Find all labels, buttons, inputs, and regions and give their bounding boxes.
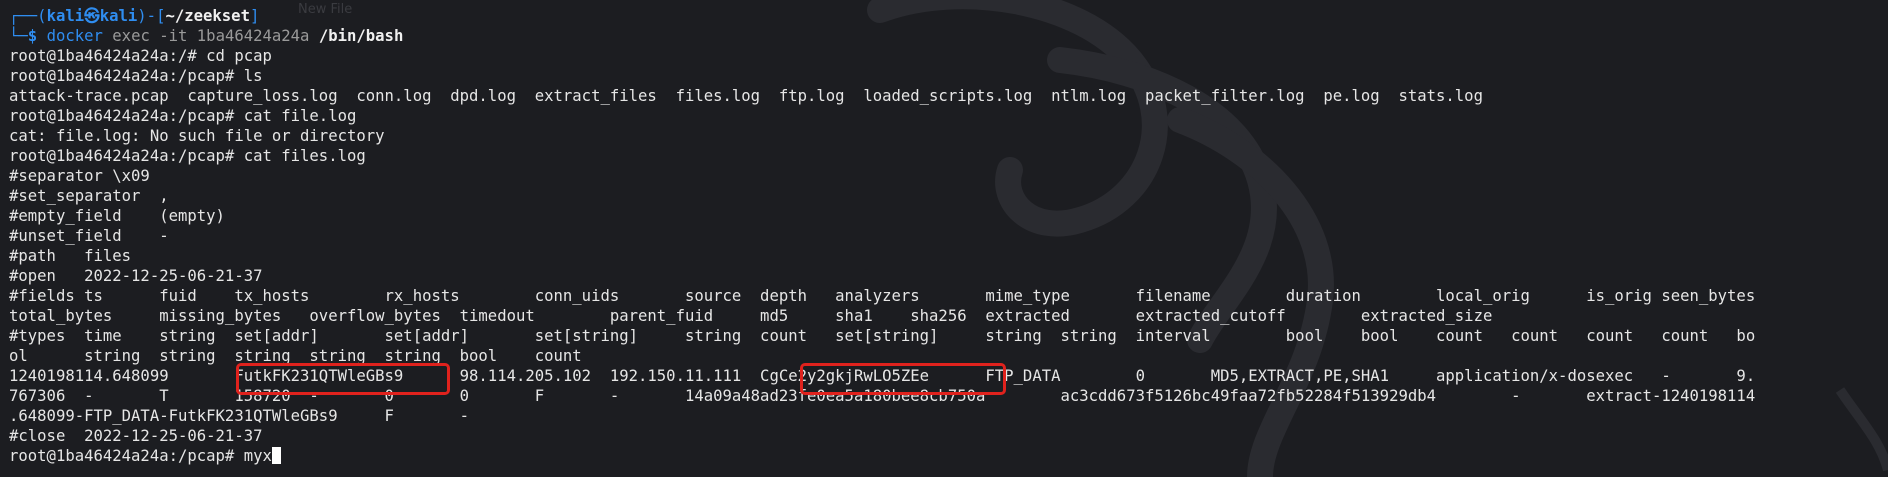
command-line: └─$ docker exec -it 1ba46424a24a /bin/ba… [9, 27, 404, 45]
output-line: cat: file.log: No such file or directory [9, 127, 385, 145]
output-line: attack-trace.pcap capture_loss.log conn.… [9, 87, 1483, 105]
fuid-highlight-box [236, 363, 450, 395]
terminal-output[interactable]: ┌──(kali㉿kali)-[~/zeekset] └─$ docker exe… [9, 6, 1884, 466]
output-line: #unset_field - [9, 227, 169, 245]
output-line: #path files [9, 247, 132, 265]
output-line: total_bytes missing_bytes overflow_bytes… [9, 307, 1493, 325]
output-line: #types time string set[addr] set[addr] s… [9, 327, 1756, 345]
current-prompt-line[interactable]: root@1ba46424a24a:/pcap# myx [9, 446, 1884, 466]
command-args: exec -it 1ba46424a24a [112, 27, 310, 45]
output-line: #open 2022-12-25-06-21-37 [9, 267, 263, 285]
command-shell: /bin/bash [318, 27, 404, 45]
output-line: root@1ba46424a24a:/pcap# cat file.log [9, 107, 357, 125]
conn-uid-highlight-box [800, 363, 1006, 395]
prompt-header-line: ┌──(kali㉿kali)-[~/zeekset] [9, 7, 260, 25]
output-line: #fields ts fuid tx_hosts rx_hosts conn_u… [9, 287, 1756, 305]
current-command[interactable]: root@1ba46424a24a:/pcap# myx [9, 447, 272, 465]
prompt-at-symbol: ㉿ [84, 7, 100, 25]
terminal-window[interactable]: New File ┌──(kali㉿kali)-[~/zeekset] └─$ d… [0, 0, 1888, 477]
output-line: #close 2022-12-25-06-21-37 [9, 427, 263, 445]
output-line: root@1ba46424a24a:/pcap# cat files.log [9, 147, 366, 165]
prompt-host: kali [99, 7, 138, 25]
text-cursor [271, 447, 281, 464]
output-line: #separator \x09 [9, 167, 150, 185]
output-line: #empty_field (empty) [9, 207, 225, 225]
output-line: #set_separator , [9, 187, 169, 205]
output-line: root@1ba46424a24a:/pcap# ls [9, 67, 263, 85]
command-name: docker [46, 27, 103, 45]
output-line: root@1ba46424a24a:/# cd pcap [9, 47, 272, 65]
output-line: .648099-FTP_DATA-FutkFK231QTWleGBs9 F - [9, 407, 470, 425]
prompt-user: kali [46, 7, 85, 25]
prompt-path: ~/zeekset [165, 7, 250, 25]
